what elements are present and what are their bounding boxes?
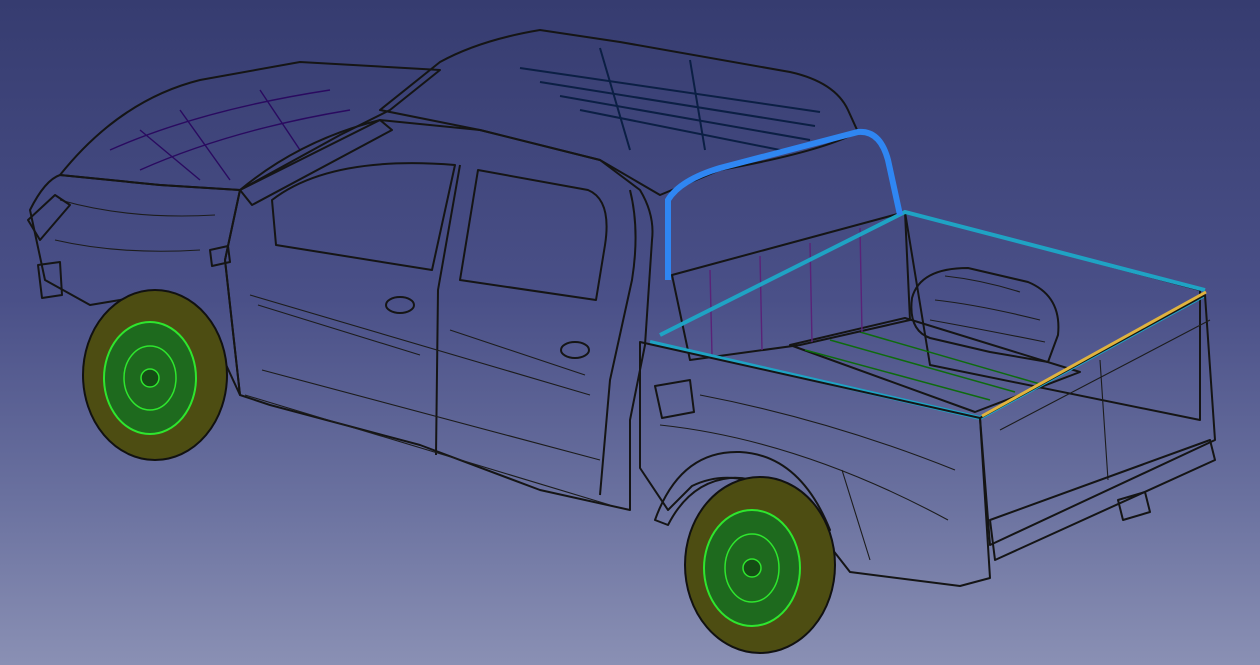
rear-door-handle[interactable] — [560, 341, 590, 359]
roof-assembly[interactable] — [379, 29, 903, 280]
rear-wheel-hub — [742, 558, 762, 578]
door-seam-front — [435, 164, 461, 456]
front-wheel[interactable] — [82, 289, 228, 461]
tailgate[interactable] — [979, 294, 1216, 546]
truck-model[interactable] — [0, 0, 1260, 665]
front-door-handle[interactable] — [385, 296, 415, 314]
front-fender-lines — [54, 199, 216, 252]
sill-line — [244, 394, 611, 506]
rear-wheel[interactable] — [654, 450, 836, 654]
a-pillar — [239, 119, 393, 206]
door-character-lines — [249, 294, 601, 461]
front-wheel-hub — [140, 368, 160, 388]
hood — [59, 61, 441, 191]
bed-floor-ribs — [804, 331, 1041, 401]
rear-window-frame — [665, 128, 903, 280]
fuel-tank-ribs — [929, 275, 1046, 343]
bed-top-rail — [649, 293, 1206, 421]
fuel-filler-door[interactable] — [654, 379, 695, 419]
exhaust-pipe — [1117, 491, 1151, 521]
roof-ribs — [519, 47, 821, 153]
cad-3d-viewport[interactable] — [0, 0, 1260, 665]
rear-door-window[interactable] — [459, 169, 608, 301]
hood-structure-lines — [109, 89, 351, 181]
rear-bumper — [989, 439, 1216, 561]
rear-cab-wall — [671, 211, 911, 361]
cab-body[interactable] — [209, 119, 654, 511]
